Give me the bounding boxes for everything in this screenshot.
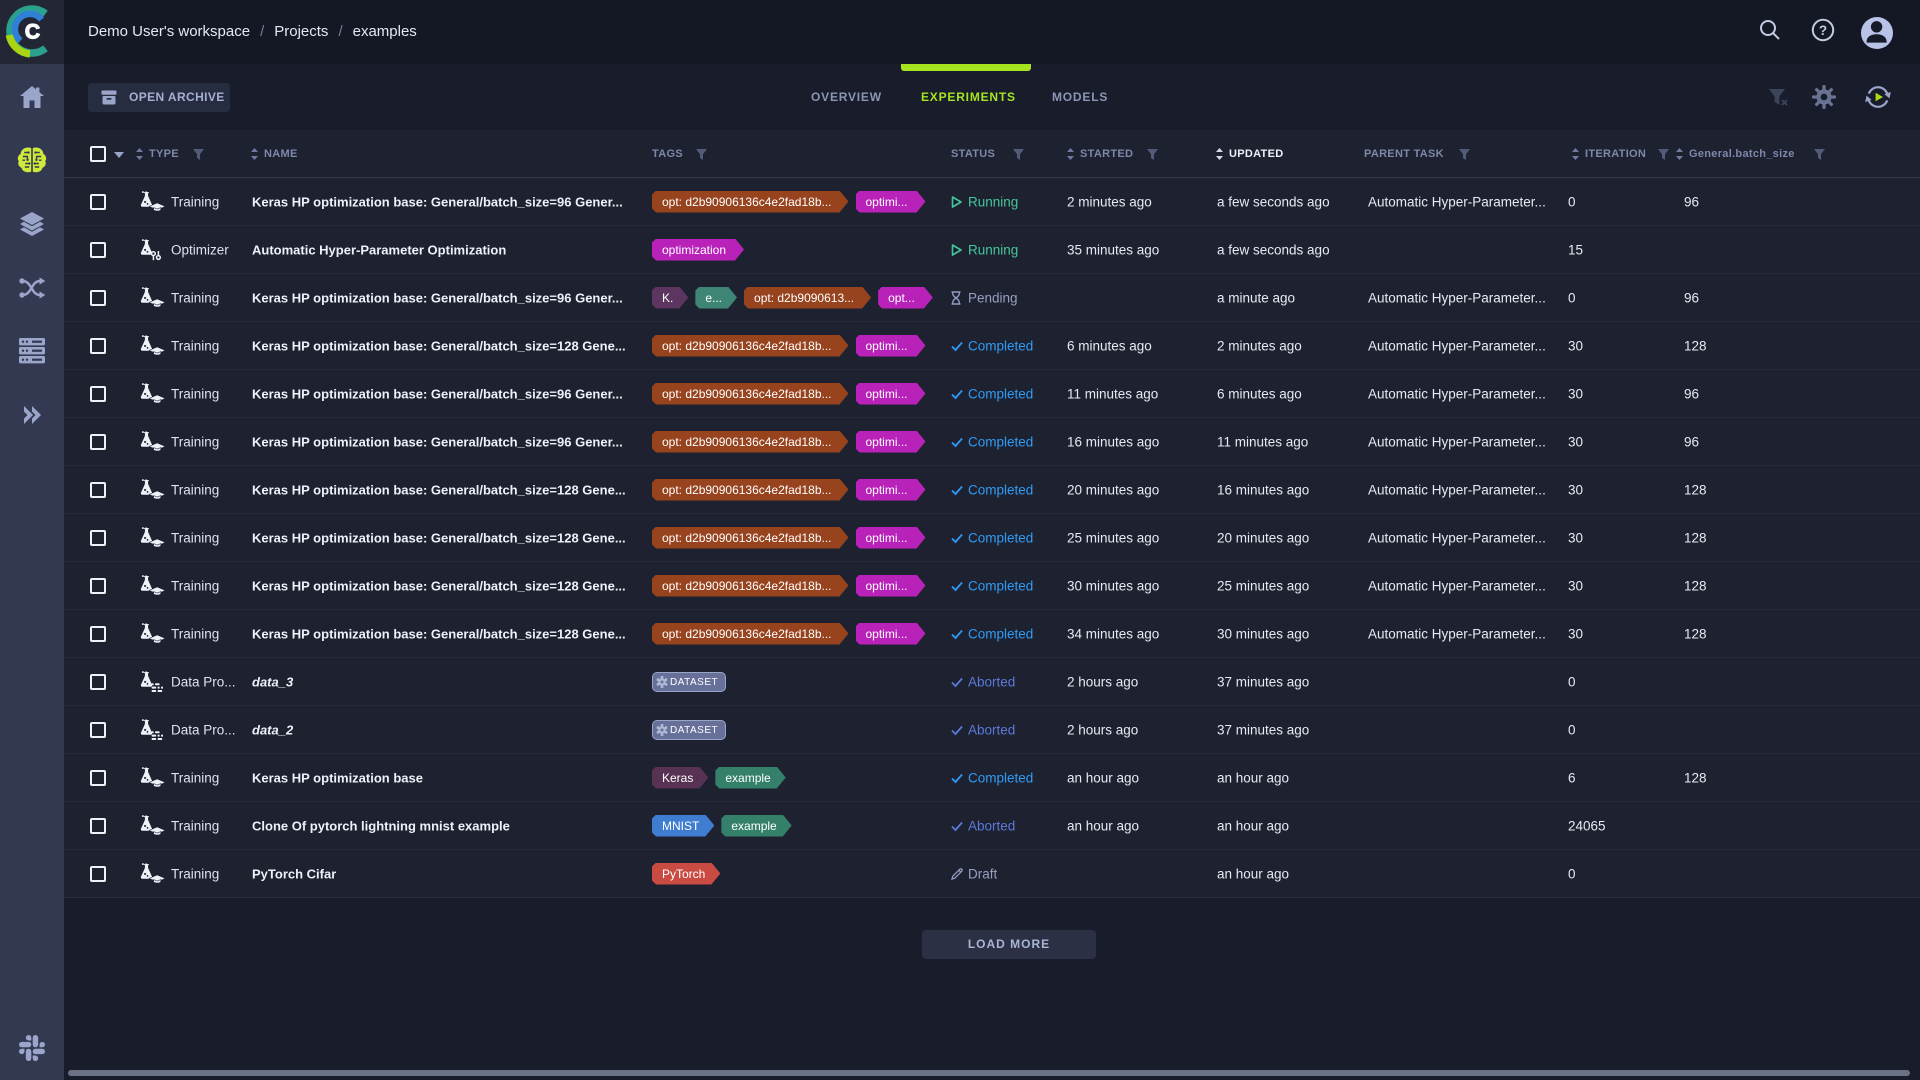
svg-text:?: ? xyxy=(1819,23,1827,38)
svg-text:C: C xyxy=(25,21,40,44)
